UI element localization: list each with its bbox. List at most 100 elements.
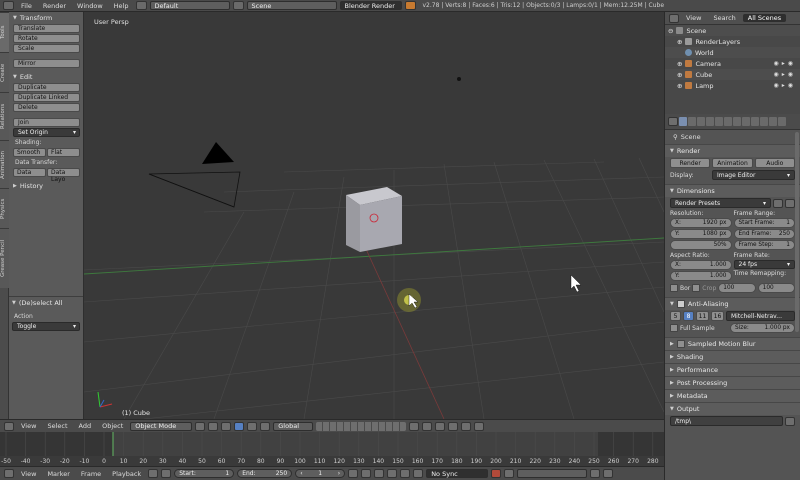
keying-set-field[interactable] bbox=[517, 469, 588, 478]
keying-set-icon[interactable] bbox=[504, 469, 515, 478]
outliner-view-menu[interactable]: View bbox=[681, 14, 706, 22]
menu-render[interactable]: Render bbox=[39, 2, 70, 10]
layers-grid[interactable] bbox=[316, 421, 407, 431]
render-panel-header[interactable]: ▼ Render bbox=[665, 144, 800, 157]
opengl-render-icon[interactable] bbox=[461, 421, 472, 431]
pivot-icon[interactable] bbox=[208, 421, 219, 431]
menu-help[interactable]: Help bbox=[110, 2, 133, 10]
end-frame-prop-field[interactable]: End Frame: 250 bbox=[733, 229, 795, 239]
aa-samples-5[interactable]: 5 bbox=[670, 311, 681, 321]
motion-blur-panel-header[interactable]: ▶ Sampled Motion Blur bbox=[665, 337, 800, 350]
select-menu[interactable]: Select bbox=[43, 422, 71, 430]
menu-file[interactable]: File bbox=[17, 2, 36, 10]
cube-object[interactable] bbox=[346, 187, 402, 252]
duplicate-linked-button[interactable]: Duplicate Linked bbox=[13, 93, 80, 102]
orientation-dropdown[interactable]: Global bbox=[273, 421, 314, 431]
jump-start-icon[interactable] bbox=[348, 469, 359, 478]
timeline-playback-menu[interactable]: Playback bbox=[108, 470, 145, 478]
lock-icon[interactable] bbox=[409, 421, 420, 431]
pin-icon[interactable]: ⚲ bbox=[673, 133, 678, 141]
edit-panel-header[interactable]: ▼ Edit bbox=[10, 71, 83, 82]
prev-keyframe-icon[interactable] bbox=[361, 469, 372, 478]
shelf-tab-physics[interactable]: Physics bbox=[0, 188, 9, 228]
timeline-view-menu[interactable]: View bbox=[17, 470, 40, 478]
scene-dropdown[interactable]: Scene bbox=[246, 1, 337, 10]
set-origin-dropdown[interactable]: Set Origin ▾ bbox=[13, 128, 80, 137]
manipulator-icon[interactable] bbox=[221, 421, 232, 431]
scale-button[interactable]: Scale bbox=[13, 44, 80, 53]
outliner-row-cube[interactable]: ⊕ Cube ◉▸◉ bbox=[665, 69, 800, 80]
jump-end-icon[interactable] bbox=[413, 469, 424, 478]
frame-rate-dropdown[interactable]: 24 fps ▾ bbox=[733, 260, 795, 269]
translate-button[interactable]: Translate bbox=[13, 24, 80, 33]
join-button[interactable]: Join bbox=[13, 118, 80, 127]
particles-tab-icon[interactable] bbox=[769, 117, 777, 126]
outliner-row-world[interactable]: World bbox=[665, 47, 800, 58]
rotate-manipulator-icon[interactable] bbox=[247, 421, 258, 431]
editor-type-icon[interactable] bbox=[668, 117, 678, 126]
shading-panel-header[interactable]: ▶ Shading bbox=[665, 350, 800, 363]
outliner-row-camera[interactable]: ⊕ Camera ◉▸◉ bbox=[665, 58, 800, 69]
history-panel-header[interactable]: ▶ History bbox=[10, 180, 83, 191]
audio-button[interactable]: Audio bbox=[754, 158, 795, 168]
timeline-frame-menu[interactable]: Frame bbox=[77, 470, 105, 478]
outliner-row-renderlayers[interactable]: ⊕ RenderLayers bbox=[665, 36, 800, 47]
render-engine-dropdown[interactable]: Blender Render bbox=[339, 1, 402, 10]
add-preset-icon[interactable] bbox=[773, 198, 783, 208]
animation-button[interactable]: Animation bbox=[712, 158, 753, 168]
anti-aliasing-checkbox[interactable] bbox=[676, 300, 685, 308]
data-layout-button[interactable]: Data Layo bbox=[47, 168, 80, 183]
flat-button[interactable]: Flat bbox=[47, 148, 80, 157]
visibility-icons[interactable]: ◉▸◉ bbox=[774, 82, 796, 89]
post-processing-panel-header[interactable]: ▶ Post Processing bbox=[665, 376, 800, 389]
aspect-x-field[interactable]: X: 1.000 bbox=[670, 260, 732, 270]
opengl-anim-icon[interactable] bbox=[474, 421, 485, 431]
render-presets-dropdown[interactable]: Render Presets ▾ bbox=[670, 198, 771, 208]
resolution-y-field[interactable]: Y: 1080 px bbox=[670, 229, 732, 239]
modifiers-tab-icon[interactable] bbox=[733, 117, 741, 126]
dimensions-panel-header[interactable]: ▼ Dimensions bbox=[665, 184, 800, 197]
auto-keying-icon[interactable] bbox=[491, 469, 502, 478]
material-tab-icon[interactable] bbox=[751, 117, 759, 126]
outliner-search-menu[interactable]: Search bbox=[708, 14, 740, 22]
data-tab-icon[interactable] bbox=[742, 117, 750, 126]
data-button[interactable]: Data bbox=[13, 168, 46, 177]
visibility-icons[interactable]: ◉▸◉ bbox=[774, 71, 796, 78]
shelf-tab-tools[interactable]: Tools bbox=[0, 12, 9, 52]
timeline-marker-menu[interactable]: Marker bbox=[43, 470, 73, 478]
snap-target-icon[interactable] bbox=[448, 421, 459, 431]
editor-type-icon[interactable] bbox=[3, 1, 14, 10]
frame-step-field[interactable]: Frame Step: 1 bbox=[733, 240, 795, 250]
border-checkbox[interactable] bbox=[670, 284, 678, 292]
smooth-button[interactable]: Smooth bbox=[13, 148, 46, 157]
sync-dropdown[interactable]: No Sync bbox=[426, 469, 489, 478]
remap-old-field[interactable]: 100 bbox=[718, 283, 756, 293]
mirror-button[interactable]: Mirror bbox=[13, 59, 80, 68]
delete-keyframe-icon[interactable] bbox=[603, 469, 614, 478]
visibility-icons[interactable]: ◉▸◉ bbox=[774, 60, 796, 67]
scene-tab-icon[interactable] bbox=[697, 117, 705, 126]
editor-type-icon[interactable] bbox=[4, 421, 14, 431]
action-dropdown[interactable]: Toggle ▾ bbox=[12, 322, 80, 331]
aa-samples-11[interactable]: 11 bbox=[696, 311, 709, 321]
remap-new-field[interactable]: 100 bbox=[757, 283, 795, 293]
next-keyframe-icon[interactable] bbox=[400, 469, 411, 478]
end-frame-field[interactable]: End: 250 bbox=[237, 469, 293, 478]
aspect-y-field[interactable]: Y: 1.000 bbox=[670, 271, 732, 281]
rotate-button[interactable]: Rotate bbox=[13, 34, 80, 43]
3d-viewport[interactable]: User Persp (1) Cube bbox=[84, 12, 664, 419]
scale-manipulator-icon[interactable] bbox=[260, 421, 271, 431]
translate-manipulator-icon[interactable] bbox=[234, 421, 245, 431]
render-layers-tab-icon[interactable] bbox=[688, 117, 696, 126]
menu-window[interactable]: Window bbox=[73, 2, 107, 10]
preview-range-icon[interactable] bbox=[161, 469, 172, 478]
aa-filter-dropdown[interactable]: Mitchell-Netrav... bbox=[726, 311, 795, 321]
output-panel-header[interactable]: ▼ Output bbox=[665, 402, 800, 415]
insert-keyframe-icon[interactable] bbox=[590, 469, 601, 478]
physics-tab-icon[interactable] bbox=[778, 117, 786, 126]
layout-dropdown[interactable]: Default bbox=[149, 1, 230, 10]
remove-preset-icon[interactable] bbox=[785, 198, 795, 208]
play-icon[interactable] bbox=[387, 469, 398, 478]
mode-dropdown[interactable]: Object Mode bbox=[130, 421, 193, 431]
shelf-tab-relations[interactable]: Relations bbox=[0, 92, 9, 140]
